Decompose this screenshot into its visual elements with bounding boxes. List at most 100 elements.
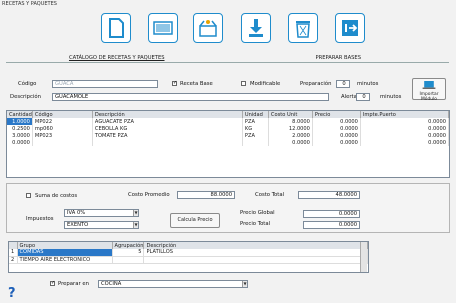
group-cell[interactable]: TIEMPO AIRE ELECTRONICO: [17, 256, 113, 264]
group-cell[interactable]: [112, 256, 145, 264]
precio-total-field[interactable]: 0.0000: [303, 221, 360, 229]
barcode-icon: [153, 21, 173, 35]
table-cell[interactable]: CEBOLLA KG: [92, 125, 243, 132]
descripcion-field[interactable]: GUACAMOLE: [52, 93, 329, 101]
calcula-precio-button[interactable]: Calcula Precio: [170, 213, 220, 228]
table-cell[interactable]: MP022: [32, 118, 93, 125]
help-icon[interactable]: ?: [8, 286, 16, 301]
table-cell[interactable]: PZA: [242, 118, 269, 125]
col-unidad[interactable]: Unidad: [242, 111, 269, 118]
col-index: [9, 242, 18, 249]
table-cell[interactable]: AGUACATE PZA: [92, 118, 243, 125]
delete-button[interactable]: [288, 13, 318, 43]
alerta-field[interactable]: 0: [356, 93, 370, 101]
import-icon: [422, 81, 436, 89]
col-costo-unit[interactable]: Costo Unit: [268, 111, 313, 118]
new-recipe-button[interactable]: [101, 13, 131, 43]
table-cell[interactable]: 0.0000: [7, 139, 33, 146]
costo-total-field: 48.0000: [298, 191, 360, 199]
group-cell[interactable]: 5: [112, 249, 145, 257]
col-codigo[interactable]: Código: [32, 111, 93, 118]
table-cell[interactable]: MP023: [32, 132, 93, 139]
import-module-label: Importar Módulo: [419, 92, 439, 102]
codigo-label: Código: [18, 81, 37, 87]
col-grp-descripcion[interactable]: Descripción: [143, 242, 368, 249]
table-cell[interactable]: PZA: [242, 132, 269, 139]
group-row[interactable]: 1 COMIDAS 5 PLATILLOS: [9, 249, 368, 257]
table-cell[interactable]: KG: [242, 125, 269, 132]
group-cell[interactable]: 2: [9, 256, 18, 264]
table-row[interactable]: 3.0000 MP023 TOMATE PZA PZA 2.0000 0.0000 0.00…: [7, 132, 449, 139]
suma-costos-checkbox[interactable]: [26, 193, 31, 198]
codigo-field[interactable]: GUACA: [52, 80, 158, 88]
group-cell[interactable]: COMIDAS: [17, 249, 113, 257]
group-cell[interactable]: [143, 256, 368, 264]
col-impte[interactable]: Impte.Puerto: [360, 111, 449, 118]
table-cell[interactable]: 0.0000: [312, 132, 361, 139]
modificable-checkbox[interactable]: [241, 81, 246, 86]
descripcion-label: Descripción: [10, 94, 42, 100]
precio-global-label: Precio Global: [240, 210, 275, 216]
table-cell[interactable]: 0.0000: [360, 132, 449, 139]
chevron-down-icon: ▼: [133, 222, 138, 228]
col-precio[interactable]: Precio: [312, 111, 361, 118]
preparacion-field[interactable]: 0: [336, 80, 350, 88]
import-module-button[interactable]: Importar Módulo: [412, 78, 446, 102]
precio-global-field[interactable]: 0.0000: [303, 210, 360, 218]
package-button[interactable]: [193, 13, 223, 43]
group-cell[interactable]: PLATILLOS: [143, 249, 368, 257]
table-cell[interactable]: 0.0000: [312, 125, 361, 132]
chevron-down-icon: ▼: [133, 210, 138, 216]
new-document-icon: [109, 18, 124, 38]
receta-base-checkbox[interactable]: [172, 80, 177, 86]
table-cell[interactable]: 0.0000: [360, 118, 449, 125]
col-cantidad[interactable]: Cantidad: [7, 111, 33, 118]
table-cell[interactable]: 0.0000: [360, 125, 449, 132]
table-cell[interactable]: [242, 139, 269, 146]
table-row[interactable]: 0.2500 mp060 CEBOLLA KG KG 12.0000 0.0000 0.00…: [7, 125, 449, 132]
barcode-button[interactable]: [148, 13, 178, 43]
table-cell[interactable]: [32, 139, 93, 146]
group-cell[interactable]: 1: [9, 249, 18, 257]
window-title: RECETAS Y PAQUETES: [2, 1, 57, 7]
tax1-select[interactable]: IVA 0% ▼: [64, 209, 139, 217]
suma-costos-label: Suma de costos: [35, 193, 78, 199]
col-descripcion[interactable]: Descripción: [92, 111, 243, 118]
table-cell[interactable]: 0.0000: [360, 139, 449, 146]
download-button[interactable]: [241, 13, 271, 43]
table-cell[interactable]: TOMATE PZA: [92, 132, 243, 139]
table-cell[interactable]: 0.0000: [312, 139, 361, 146]
col-grupo[interactable]: Grupo: [17, 242, 113, 249]
table-cell[interactable]: 2.0000: [268, 132, 313, 139]
modificable-label: Modificable: [250, 81, 281, 87]
tab-catalogo[interactable]: CATÁLOGO DE RECETAS Y PAQUETES: [6, 54, 228, 62]
groups-scrollbar[interactable]: [360, 242, 367, 272]
exit-button[interactable]: [335, 13, 365, 43]
preparar-en-checkbox[interactable]: [50, 280, 55, 286]
table-cell[interactable]: 8.0000: [268, 118, 313, 125]
table-cell[interactable]: 12.0000: [268, 125, 313, 132]
table-row[interactable]: 0.0000 0.0000 0.0000 0.0000: [7, 139, 449, 146]
costo-total-label: Costo Total: [255, 192, 285, 198]
table-cell[interactable]: 0.2500: [7, 125, 33, 132]
ingredients-table[interactable]: Cantidad Código Descripción Unidad Costo…: [6, 110, 450, 178]
group-row[interactable]: 2 TIEMPO AIRE ELECTRONICO: [9, 256, 368, 264]
tax2-select[interactable]: EXENTO ▼: [64, 221, 139, 229]
minutos-label-1: minutos: [357, 81, 379, 87]
costo-promedio-field: 88.0000: [177, 191, 235, 199]
receta-base-label: Receta Base: [180, 81, 213, 87]
preparar-en-select[interactable]: COCINA ▼: [98, 280, 248, 288]
table-cell[interactable]: 1.0000: [7, 118, 33, 125]
table-cell[interactable]: 0.0000: [268, 139, 313, 146]
table-cell[interactable]: 0.0000: [312, 118, 361, 125]
groups-table[interactable]: Grupo Agrupación Descripción 1 COMIDAS 5 PL…: [8, 241, 369, 273]
exit-icon: [342, 20, 358, 36]
table-cell[interactable]: [92, 139, 243, 146]
table-cell[interactable]: mp060: [32, 125, 93, 132]
chevron-down-icon: ▼: [242, 281, 247, 287]
table-row[interactable]: 1.0000 MP022 AGUACATE PZA PZA 8.0000 0.0000 0.…: [7, 118, 449, 125]
alerta-label: Alerta: [341, 94, 357, 100]
tab-preparar-bases[interactable]: PREPARAR BASES: [228, 54, 450, 62]
col-agrupacion[interactable]: Agrupación: [112, 242, 145, 249]
table-cell[interactable]: 3.0000: [7, 132, 33, 139]
